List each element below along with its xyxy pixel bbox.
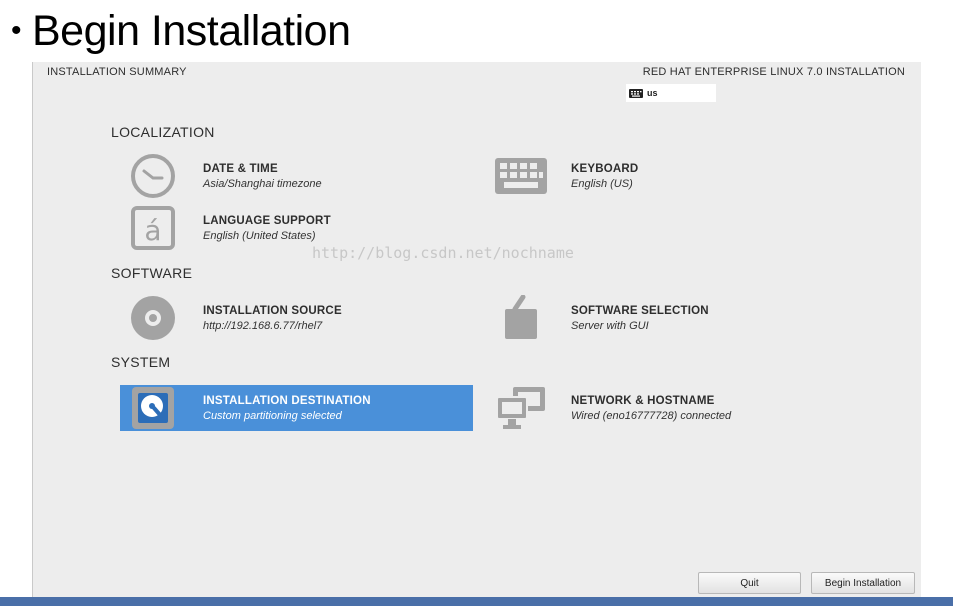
spoke-status: Custom partitioning selected bbox=[203, 409, 342, 422]
spoke-title: INSTALLATION DESTINATION bbox=[203, 394, 371, 407]
begin-installation-button[interactable]: Begin Installation bbox=[811, 572, 915, 594]
spoke-status: English (US) bbox=[571, 177, 633, 190]
section-software: SOFTWARE bbox=[111, 265, 193, 281]
network-icon bbox=[495, 385, 547, 431]
slide-title: • Begin Installation bbox=[0, 6, 351, 56]
spoke-title: SOFTWARE SELECTION bbox=[571, 304, 709, 317]
spoke-language-support[interactable]: á LANGUAGE SUPPORT English (United State… bbox=[127, 205, 331, 251]
spoke-status: Asia/Shanghai timezone bbox=[203, 177, 322, 190]
spoke-installation-source[interactable]: INSTALLATION SOURCE http://192.168.6.77/… bbox=[127, 295, 342, 341]
spoke-status: http://192.168.6.77/rhel7 bbox=[203, 319, 323, 332]
clock-icon bbox=[127, 153, 179, 199]
spoke-status: Server with GUI bbox=[571, 319, 649, 332]
spoke-title: LANGUAGE SUPPORT bbox=[203, 214, 331, 227]
quit-button[interactable]: Quit bbox=[698, 572, 801, 594]
section-system: SYSTEM bbox=[111, 354, 171, 370]
spoke-date-time[interactable]: DATE & TIME Asia/Shanghai timezone bbox=[127, 153, 322, 199]
spoke-title: NETWORK & HOSTNAME bbox=[571, 394, 715, 407]
spoke-installation-destination[interactable]: INSTALLATION DESTINATION Custom partitio… bbox=[120, 385, 473, 431]
keyboard-small-icon bbox=[629, 88, 643, 98]
installation-summary-title: INSTALLATION SUMMARY bbox=[47, 66, 187, 78]
section-localization: LOCALIZATION bbox=[111, 124, 215, 140]
keyboard-icon bbox=[495, 153, 547, 199]
spoke-title: DATE & TIME bbox=[203, 162, 278, 175]
spoke-software-selection[interactable]: SOFTWARE SELECTION Server with GUI bbox=[495, 295, 709, 341]
spoke-status: English (United States) bbox=[203, 229, 316, 242]
keyboard-layout-label: us bbox=[647, 88, 658, 98]
spoke-keyboard[interactable]: KEYBOARD English (US) bbox=[495, 153, 638, 199]
slide-title-text: Begin Installation bbox=[32, 6, 351, 55]
product-title: RED HAT ENTERPRISE LINUX 7.0 INSTALLATIO… bbox=[642, 66, 905, 78]
svg-text:á: á bbox=[144, 214, 161, 247]
slide-bottom-bar bbox=[0, 597, 953, 606]
disc-icon bbox=[127, 295, 179, 341]
installer-window: INSTALLATION SUMMARY RED HAT ENTERPRISE … bbox=[32, 62, 921, 600]
slide-bullet: • bbox=[10, 14, 22, 47]
harddisk-icon bbox=[127, 385, 179, 431]
package-icon bbox=[495, 295, 547, 341]
spoke-status: Wired (eno16777728) connected bbox=[571, 409, 732, 422]
spoke-title: INSTALLATION SOURCE bbox=[203, 304, 342, 317]
spoke-network-hostname[interactable]: NETWORK & HOSTNAME Wired (eno16777728) c… bbox=[495, 385, 731, 431]
keyboard-layout-indicator[interactable]: us bbox=[626, 84, 716, 102]
language-icon: á bbox=[127, 205, 179, 251]
spoke-title: KEYBOARD bbox=[571, 162, 639, 175]
